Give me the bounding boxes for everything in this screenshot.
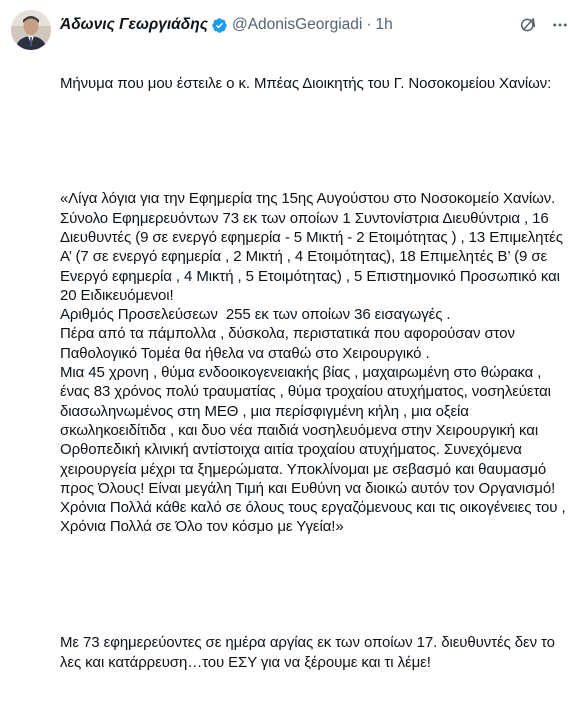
author-handle[interactable]: @AdonisGeorgiadi (232, 16, 362, 34)
timestamp[interactable]: 1h (376, 16, 393, 34)
tweet-intro: Μήνυμα που μου έστειλε ο κ. Μπέας Διοικη… (60, 74, 552, 92)
tweet-quote: «Λίγα λόγια για την Εφημερία της 15ης Αυ… (60, 190, 566, 536)
tweet-header: Άδωνις Γεωργιάδης @AdonisGeorgiadi · 1h (60, 14, 569, 36)
avatar[interactable] (11, 10, 51, 50)
separator-dot: · (366, 16, 372, 33)
tweet[interactable]: Άδωνις Γεωργιάδης @AdonisGeorgiadi · 1h (0, 0, 579, 671)
verified-badge-icon (211, 17, 228, 34)
author-name[interactable]: Άδωνις Γεωργιάδης (60, 16, 208, 34)
tweet-text: Μήνυμα που μου έστειλε ο κ. Μπέας Διοικη… (60, 35, 575, 710)
grok-icon[interactable] (519, 16, 537, 34)
more-options-icon[interactable] (551, 16, 569, 34)
tweet-comment: Με 73 εφημερεύοντες σε ημέρα αργίας εκ τ… (60, 634, 559, 671)
